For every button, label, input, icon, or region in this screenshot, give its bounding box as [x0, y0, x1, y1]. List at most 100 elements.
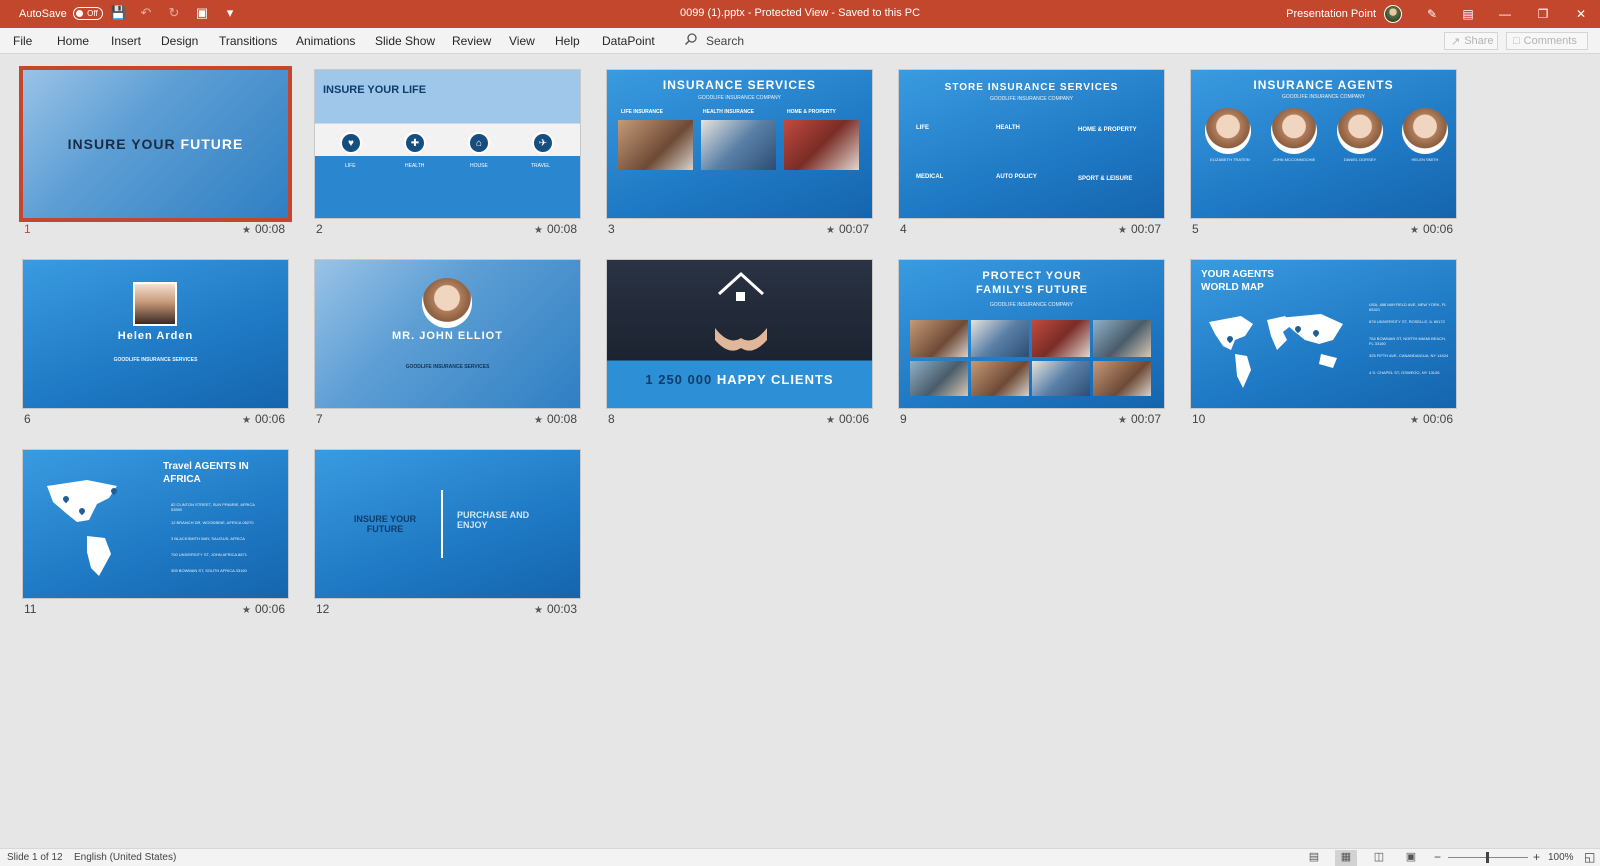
autosave-switch[interactable]: Off: [72, 7, 103, 20]
user-avatar[interactable]: [1384, 5, 1402, 23]
normal-view-icon[interactable]: ▤: [1303, 850, 1325, 866]
undo-icon[interactable]: ↶: [138, 5, 154, 21]
agent-photo: [1271, 108, 1317, 154]
slide-number: 1: [24, 222, 31, 236]
slide-thumbnail-11[interactable]: Travel AGENTS IN AFRICA 82 CLINTON STREE…: [22, 449, 289, 599]
slide-4-item: HOME & PROPERTY: [1078, 127, 1137, 133]
star-icon: ★: [242, 605, 251, 616]
autosave-toggle[interactable]: AutoSave Off: [19, 7, 103, 20]
tab-help[interactable]: Help: [555, 34, 580, 48]
slide-timing: ★ 00:06: [779, 412, 869, 426]
gallery-photo: [1093, 361, 1151, 396]
slide-timing: ★ 00:06: [195, 412, 285, 426]
comments-button[interactable]: □ Comments: [1506, 32, 1588, 50]
zoom-level[interactable]: 100%: [1548, 852, 1574, 863]
star-icon: ★: [534, 605, 543, 616]
slide-8-title: 1 250 000 HAPPY CLIENTS: [607, 372, 872, 387]
office-address: 878 UNIVERSITY ST, ROSELLE, IL 60172: [1369, 319, 1445, 324]
comments-label: Comments: [1523, 35, 1577, 47]
pen-icon[interactable]: ✎: [1414, 7, 1450, 21]
slide-3-column: LIFE INSURANCE: [621, 109, 663, 115]
slide-12-left-text: INSURE YOUR FUTURE: [353, 514, 417, 534]
tab-file[interactable]: File: [13, 34, 32, 48]
slide-time: 00:08: [546, 412, 577, 426]
slide-1-title-b: FUTURE: [180, 136, 244, 152]
gallery-photo: [1032, 361, 1090, 396]
share-button[interactable]: ↗ Share: [1444, 32, 1498, 50]
slide-6-title: Helen Arden: [117, 330, 194, 342]
slide-thumbnail-5[interactable]: INSURANCE AGENTS GOODLIFE INSURANCE COMP…: [1190, 69, 1457, 219]
slide-1-title-a: INSURE YOUR: [67, 136, 181, 152]
star-icon: ★: [1410, 415, 1419, 426]
slide-thumbnail-7[interactable]: MR. JOHN ELLIOT GOODLIFE INSURANCE SERVI…: [314, 259, 581, 409]
tab-animations[interactable]: Animations: [296, 34, 355, 48]
save-icon[interactable]: 💾: [110, 5, 126, 21]
customize-toolbar-icon[interactable]: ▾: [222, 5, 238, 21]
health-icon: ✚: [404, 132, 426, 154]
slide-thumbnail-1[interactable]: INSURE YOUR FUTURE: [19, 66, 292, 222]
agent-name: JOHN MCCONNOCHIE: [1272, 157, 1316, 162]
americas-map-icon: [47, 480, 117, 576]
comment-icon: □: [1513, 35, 1520, 47]
slide-thumbnail-10[interactable]: YOUR AGENTS WORLD MAP USA, 488 MAYFIELD …: [1190, 259, 1457, 409]
tab-datapoint[interactable]: DataPoint: [602, 34, 655, 48]
title-bar: AutoSave Off 💾 ↶ ↻ ▣ ▾ 0099 (1).pptx - P…: [0, 0, 1600, 28]
document-title: 0099 (1).pptx - Protected View - Saved t…: [679, 7, 921, 19]
slide-thumbnail-6[interactable]: Helen Arden GOODLIFE INSURANCE SERVICES: [22, 259, 289, 409]
slide-thumbnail-2[interactable]: INSURE YOUR LIFE ♥ ✚ ⌂ ✈ LIFE HEALTH HOU…: [314, 69, 581, 219]
status-bar: Slide 1 of 12 English (United States) ▤ …: [0, 848, 1600, 866]
fit-slide-icon[interactable]: ◱: [1584, 850, 1595, 864]
slide-show-view-icon[interactable]: ▣: [1400, 850, 1422, 866]
present-from-start-icon[interactable]: ▣: [194, 5, 210, 21]
slide-8-title-a: 1 250 000: [645, 372, 717, 387]
star-icon: ★: [826, 225, 835, 236]
slide-thumbnail-9[interactable]: PROTECT YOUR FAMILY'S FUTURE GOODLIFE IN…: [898, 259, 1165, 409]
slide-number: 4: [900, 222, 907, 236]
search-icon[interactable]: [684, 32, 698, 46]
search-box[interactable]: Search: [706, 34, 744, 48]
zoom-out-icon[interactable]: −: [1434, 850, 1441, 864]
reading-view-icon[interactable]: ◫: [1368, 850, 1390, 866]
user-name[interactable]: Presentation Point: [1286, 8, 1376, 20]
tab-design[interactable]: Design: [161, 34, 198, 48]
slide-time: 00:06: [254, 602, 285, 616]
agent-name: ELIZABETH TRATEIN: [1210, 157, 1250, 162]
ribbon-display-icon[interactable]: ▤: [1450, 7, 1486, 21]
slide-thumbnail-4[interactable]: STORE INSURANCE SERVICES GOODLIFE INSURA…: [898, 69, 1165, 219]
slide-9-title: PROTECT YOUR FAMILY'S FUTURE: [976, 270, 1088, 296]
home-photo: [784, 120, 859, 170]
slide-1-title: INSURE YOUR FUTURE: [23, 136, 288, 152]
redo-icon[interactable]: ↻: [166, 5, 182, 21]
zoom-in-icon[interactable]: +: [1533, 850, 1540, 864]
agent-photo: [1205, 108, 1251, 154]
slide-time: 00:07: [838, 222, 869, 236]
tab-transitions[interactable]: Transitions: [219, 34, 277, 48]
autosave-state: Off: [87, 9, 98, 18]
quick-access-toolbar: 💾 ↶ ↻ ▣ ▾: [110, 5, 238, 21]
language-indicator[interactable]: English (United States): [74, 852, 176, 863]
star-icon: ★: [242, 415, 251, 426]
slide-thumbnail-12[interactable]: INSURE YOUR FUTURE PURCHASE AND ENJOY: [314, 449, 581, 599]
restore-icon[interactable]: ❐: [1524, 7, 1562, 21]
tab-review[interactable]: Review: [452, 34, 491, 48]
slide-thumbnail-8[interactable]: 1 250 000 HAPPY CLIENTS: [606, 259, 873, 409]
slide-4-item: SPORT & LEISURE: [1078, 176, 1133, 182]
house-icon: ⌂: [468, 132, 490, 154]
slide-time: 00:06: [254, 412, 285, 426]
tab-view[interactable]: View: [509, 34, 535, 48]
minimize-icon[interactable]: —: [1486, 7, 1524, 21]
zoom-slider-thumb[interactable]: [1486, 852, 1489, 863]
slide-number: 10: [1192, 412, 1206, 426]
slide-number: 2: [316, 222, 323, 236]
slide-12-right-text: PURCHASE AND ENJOY: [457, 510, 530, 530]
slide-3-column: HEALTH INSURANCE: [703, 109, 755, 115]
tab-slide-show[interactable]: Slide Show: [375, 34, 435, 48]
close-icon[interactable]: ✕: [1562, 7, 1600, 21]
slide-thumbnail-3[interactable]: INSURANCE SERVICES GOODLIFE INSURANCE CO…: [606, 69, 873, 219]
slide-2-item: LIFE: [345, 163, 356, 169]
star-icon: ★: [534, 225, 543, 236]
gallery-photo: [910, 320, 968, 357]
tab-insert[interactable]: Insert: [111, 34, 141, 48]
slide-sorter-view-icon[interactable]: ▦: [1335, 850, 1357, 866]
tab-home[interactable]: Home: [57, 34, 89, 48]
